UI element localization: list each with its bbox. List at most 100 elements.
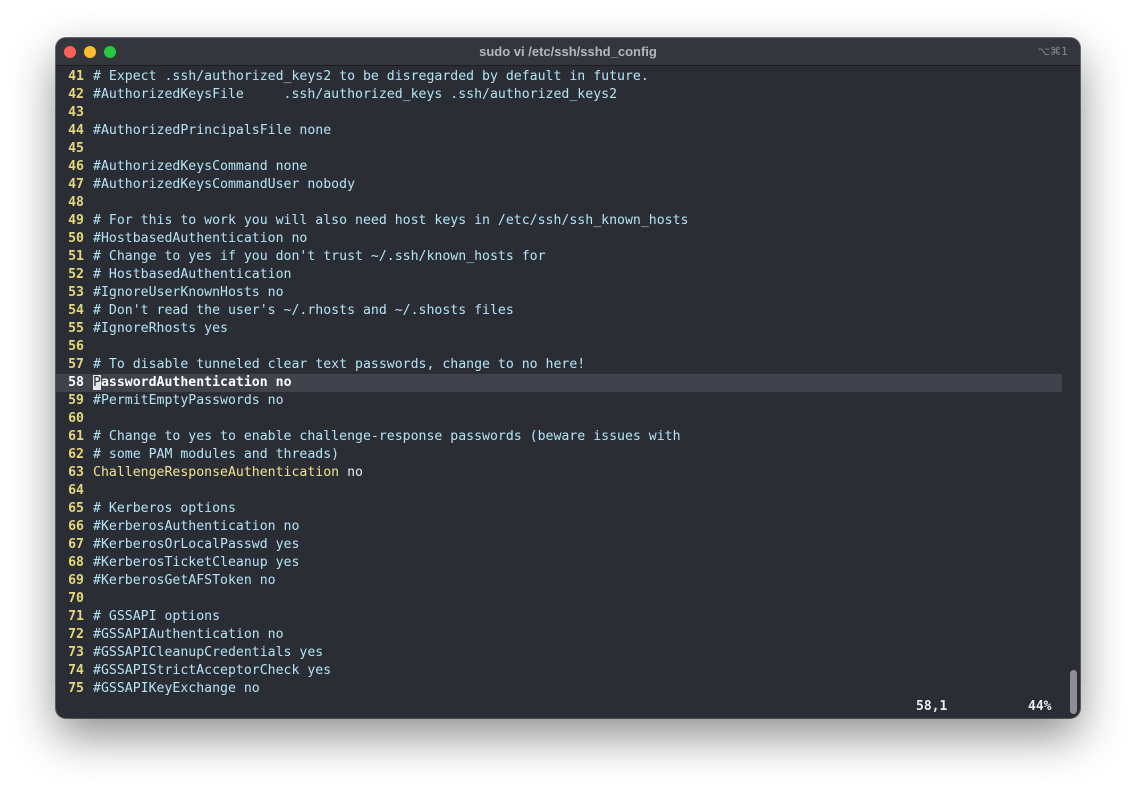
line-number: 43 xyxy=(68,105,84,120)
cursor-position: 58,1 xyxy=(916,699,948,714)
line-number: 52 xyxy=(68,267,84,282)
line-number: 47 xyxy=(68,177,84,192)
line-number: 71 xyxy=(68,609,84,624)
editor-line[interactable]: 44 #AuthorizedPrincipalsFile none xyxy=(56,122,1062,140)
line-number: 44 xyxy=(68,123,84,138)
line-text: # HostbasedAuthentication xyxy=(93,267,292,282)
line-text: # For this to work you will also need ho… xyxy=(93,213,689,228)
line-number: 61 xyxy=(68,429,84,444)
line-number: 50 xyxy=(68,231,84,246)
line-text: # Change to yes if you don't trust ~/.ss… xyxy=(93,249,546,264)
line-text: asswordAuthentication no xyxy=(100,375,292,390)
editor-line[interactable]: 69 #KerberosGetAFSToken no xyxy=(56,572,1062,590)
line-number: 59 xyxy=(68,393,84,408)
editor-line[interactable]: 50 #HostbasedAuthentication no xyxy=(56,230,1062,248)
line-number: 60 xyxy=(68,411,84,426)
line-text: # Change to yes to enable challenge-resp… xyxy=(93,429,681,444)
editor-line[interactable]: 54 # Don't read the user's ~/.rhosts and … xyxy=(56,302,1062,320)
vim-ruler: 58,1 44% xyxy=(56,698,1062,716)
line-text: #GSSAPIStrictAcceptorCheck yes xyxy=(93,663,332,678)
line-number: 67 xyxy=(68,537,84,552)
line-text: #GSSAPIAuthentication no xyxy=(93,627,284,642)
editor-line[interactable]: 70 xyxy=(56,590,1062,608)
editor-line[interactable]: 65 # Kerberos options xyxy=(56,500,1062,518)
editor-line[interactable]: 49 # For this to work you will also need … xyxy=(56,212,1062,230)
editor-line[interactable]: 64 xyxy=(56,482,1062,500)
editor-line[interactable]: 62 # some PAM modules and threads) xyxy=(56,446,1062,464)
line-text: #GSSAPIKeyExchange no xyxy=(93,681,260,696)
window-title: sudo vi /etc/ssh/sshd_config xyxy=(479,44,657,59)
editor-line[interactable]: 61 # Change to yes to enable challenge-re… xyxy=(56,428,1062,446)
editor-line[interactable]: 59 #PermitEmptyPasswords no xyxy=(56,392,1062,410)
editor-line[interactable]: 60 xyxy=(56,410,1062,428)
line-number: 48 xyxy=(68,195,84,210)
line-number: 49 xyxy=(68,213,84,228)
editor-line[interactable]: 51 # Change to yes if you don't trust ~/.… xyxy=(56,248,1062,266)
editor-line[interactable]: 42 #AuthorizedKeysFile .ssh/authorized_ke… xyxy=(56,86,1062,104)
line-text: # GSSAPI options xyxy=(93,609,221,624)
line-number: 62 xyxy=(68,447,84,462)
editor-line[interactable]: 74 #GSSAPIStrictAcceptorCheck yes xyxy=(56,662,1062,680)
line-text: #AuthorizedKeysCommandUser nobody xyxy=(93,177,356,192)
editor-line[interactable]: 75 #GSSAPIKeyExchange no xyxy=(56,680,1062,698)
line-number: 57 xyxy=(68,357,84,372)
tab-shortcut-label: ⌥⌘1 xyxy=(1037,45,1068,58)
line-number: 74 xyxy=(68,663,84,678)
scroll-percent: 44% xyxy=(1028,699,1052,714)
editor-line[interactable]: 68 #KerberosTicketCleanup yes xyxy=(56,554,1062,572)
editor-line[interactable]: 47 #AuthorizedKeysCommandUser nobody xyxy=(56,176,1062,194)
line-number: 46 xyxy=(68,159,84,174)
line-text: #IgnoreUserKnownHosts no xyxy=(93,285,284,300)
line-number: 64 xyxy=(68,483,84,498)
line-number: 70 xyxy=(68,591,84,606)
line-text: #AuthorizedPrincipalsFile none xyxy=(93,123,332,138)
editor-line[interactable]: 72 #GSSAPIAuthentication no xyxy=(56,626,1062,644)
editor-line[interactable]: 67 #KerberosOrLocalPasswd yes xyxy=(56,536,1062,554)
line-text: # To disable tunneled clear text passwor… xyxy=(93,357,586,372)
current-line[interactable]: 58 PasswordAuthentication no xyxy=(56,374,1062,392)
editor-line[interactable]: 66 #KerberosAuthentication no xyxy=(56,518,1062,536)
line-number: 42 xyxy=(68,87,84,102)
editor-line[interactable]: 52 # HostbasedAuthentication xyxy=(56,266,1062,284)
line-number: 69 xyxy=(68,573,84,588)
editor-line[interactable]: 56 xyxy=(56,338,1062,356)
line-text: # Don't read the user's ~/.rhosts and ~/… xyxy=(93,303,514,318)
line-number: 51 xyxy=(68,249,84,264)
line-number: 65 xyxy=(68,501,84,516)
editor-line[interactable]: 43 xyxy=(56,104,1062,122)
line-number: 55 xyxy=(68,321,84,336)
line-text: #AuthorizedKeysFile .ssh/authorized_keys… xyxy=(93,87,618,102)
editor-line[interactable]: 46 #AuthorizedKeysCommand none xyxy=(56,158,1062,176)
editor-line[interactable]: 45 xyxy=(56,140,1062,158)
line-text: # Expect .ssh/authorized_keys2 to be dis… xyxy=(93,69,649,84)
line-number: 41 xyxy=(68,69,84,84)
editor-line[interactable]: 57 # To disable tunneled clear text passw… xyxy=(56,356,1062,374)
line-text: # some PAM modules and threads) xyxy=(93,447,340,462)
editor-line[interactable]: 63 ChallengeResponseAuthentication no xyxy=(56,464,1062,482)
scrollbar-thumb[interactable] xyxy=(1070,670,1077,714)
line-number: 54 xyxy=(68,303,84,318)
editor-line[interactable]: 73 #GSSAPICleanupCredentials yes xyxy=(56,644,1062,662)
editor-line[interactable]: 48 xyxy=(56,194,1062,212)
line-text: #KerberosOrLocalPasswd yes xyxy=(93,537,300,552)
line-text: #KerberosAuthentication no xyxy=(93,519,300,534)
line-text: #KerberosGetAFSToken no xyxy=(93,573,276,588)
line-number: 58 xyxy=(68,375,84,390)
config-value: no xyxy=(339,465,363,480)
line-text: #KerberosTicketCleanup yes xyxy=(93,555,300,570)
line-text: #PermitEmptyPasswords no xyxy=(93,393,284,408)
vim-editor[interactable]: 41 # Expect .ssh/authorized_keys2 to be d… xyxy=(56,68,1062,698)
editor-line[interactable]: 71 # GSSAPI options xyxy=(56,608,1062,626)
editor-line[interactable]: 41 # Expect .ssh/authorized_keys2 to be d… xyxy=(56,68,1062,86)
editor-line[interactable]: 53 #IgnoreUserKnownHosts no xyxy=(56,284,1062,302)
line-text: #IgnoreRhosts yes xyxy=(93,321,228,336)
line-number: 72 xyxy=(68,627,84,642)
line-text: #HostbasedAuthentication no xyxy=(93,231,308,246)
line-text: #GSSAPICleanupCredentials yes xyxy=(93,645,324,660)
editor-line[interactable]: 55 #IgnoreRhosts yes xyxy=(56,320,1062,338)
line-text: # Kerberos options xyxy=(93,501,236,516)
line-number: 53 xyxy=(68,285,84,300)
title-bar: sudo vi /etc/ssh/sshd_config ⌥⌘1 xyxy=(56,38,1080,66)
line-text: #AuthorizedKeysCommand none xyxy=(93,159,308,174)
line-number: 73 xyxy=(68,645,84,660)
